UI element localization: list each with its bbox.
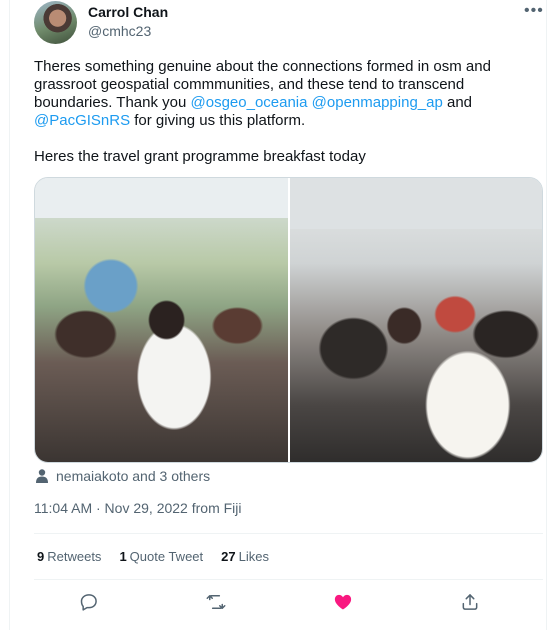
retweet-button[interactable]	[204, 590, 228, 614]
retweet-icon	[206, 595, 226, 609]
timestamp[interactable]: 11:04 AM · Nov 29, 2022 from Fiji	[34, 500, 242, 516]
likes-stat[interactable]: 27 Likes	[221, 549, 269, 564]
action-bar	[10, 590, 548, 614]
tweet-text-part: for giving us this platform.	[130, 112, 306, 129]
person-icon	[36, 469, 48, 483]
likes-label: Likes	[238, 549, 269, 564]
heart-icon	[334, 594, 352, 610]
tweet-text: Theres something genuine about the conne…	[34, 58, 544, 166]
mention-link[interactable]: @PacGISnRS	[34, 112, 130, 129]
retweets-stat[interactable]: 9 Retweets	[37, 549, 101, 564]
share-button[interactable]	[458, 590, 482, 614]
more-options-icon[interactable]: •••	[524, 2, 544, 20]
mention-link[interactable]: @osgeo_oceania	[191, 94, 308, 111]
tweet-text-part: and	[442, 94, 473, 111]
reply-button[interactable]	[77, 590, 101, 614]
mention-link[interactable]: @openmapping_ap	[312, 94, 443, 111]
tagged-users[interactable]: nemaiakoto and 3 others	[34, 468, 210, 484]
author-display-name[interactable]: Carrol Chan	[88, 4, 168, 20]
author-handle[interactable]: @cmhc23	[88, 23, 151, 39]
like-button[interactable]	[331, 590, 355, 614]
photo-2[interactable]	[290, 178, 542, 462]
divider	[34, 533, 543, 534]
reply-icon	[80, 594, 97, 611]
tagged-text: nemaiakoto and 3 others	[56, 468, 211, 484]
quote-tweets-stat[interactable]: 1 Quote Tweet	[119, 549, 203, 564]
engagement-stats: 9 Retweets 1 Quote Tweet 27 Likes	[37, 549, 287, 564]
photo-1[interactable]	[35, 178, 288, 462]
tweet-paragraph: Heres the travel grant programme breakfa…	[34, 148, 366, 165]
retweets-count: 9	[37, 549, 45, 564]
avatar[interactable]	[34, 1, 77, 44]
likes-count: 27	[221, 549, 236, 564]
divider	[34, 579, 543, 580]
quote-tweets-count: 1	[119, 549, 127, 564]
share-icon	[462, 594, 478, 610]
retweets-label: Retweets	[47, 549, 102, 564]
tweet-paragraph: Theres something genuine about the conne…	[34, 58, 544, 130]
quote-tweets-label: Quote Tweet	[129, 549, 204, 564]
tweet-card: Carrol Chan @cmhc23 ••• Theres something…	[9, 0, 547, 630]
media-grid	[34, 177, 543, 463]
